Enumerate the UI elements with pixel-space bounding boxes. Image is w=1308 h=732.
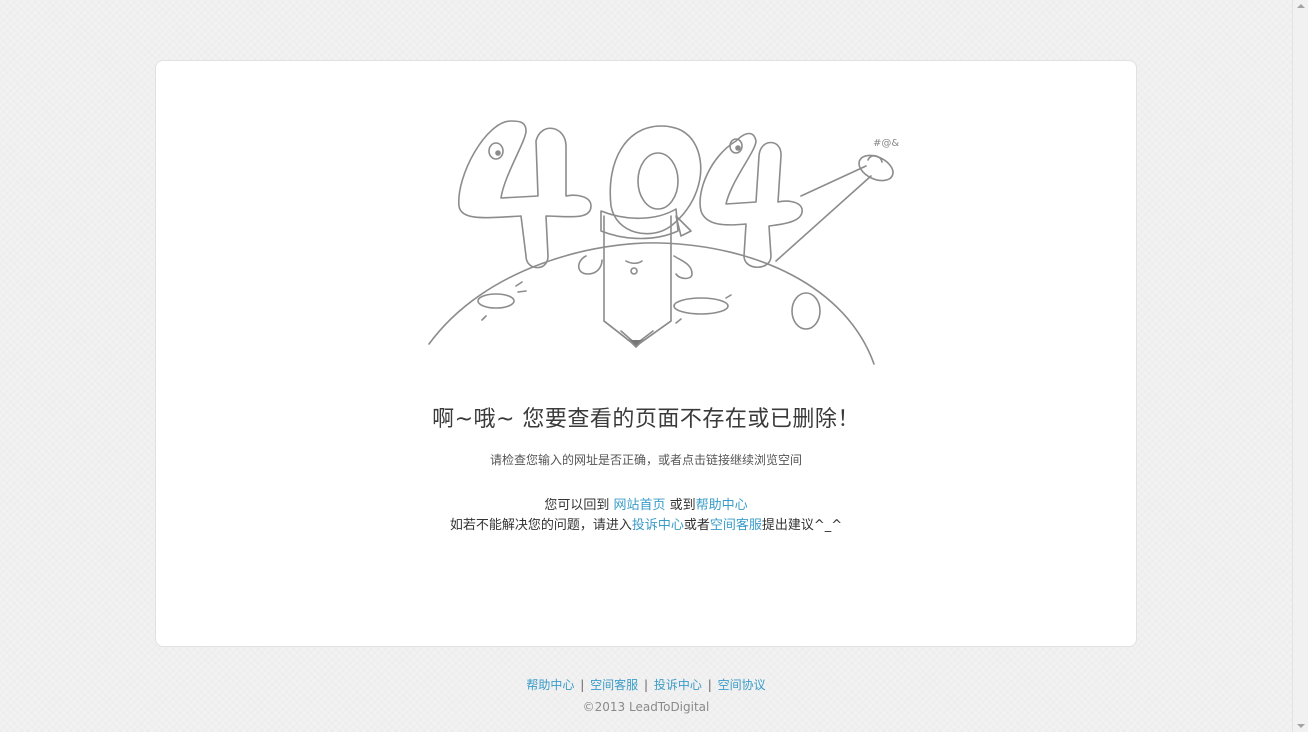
footer: 帮助中心 | 空间客服 | 投诉中心 | 空间协议 ©2013 LeadToDi… bbox=[0, 676, 1292, 714]
help-text: 您可以回到 网站首页 或到帮助中心 如若不能解决您的问题，请进入投诉中心或者空间… bbox=[156, 496, 1136, 536]
help-line-1: 您可以回到 网站首页 或到帮助中心 bbox=[156, 496, 1136, 516]
page-title: 啊~哦~ 您要查看的页面不存在或已删除！ bbox=[432, 407, 860, 432]
ufo-symbols: #@& bbox=[873, 138, 899, 149]
404-illustration-icon: #@& bbox=[428, 120, 899, 365]
help-line-2: 如若不能解决您的问题，请进入投诉中心或者空间客服提出建议^_^ bbox=[156, 516, 1136, 536]
vertical-scrollbar[interactable] bbox=[1292, 0, 1308, 732]
footer-link-agreement[interactable]: 空间协议 bbox=[718, 678, 766, 692]
footer-separator: | bbox=[580, 678, 585, 692]
customer-service-link[interactable]: 空间客服 bbox=[710, 518, 762, 533]
help-line-2-suffix: 提出建议^_^ bbox=[761, 518, 843, 533]
complaint-center-link[interactable]: 投诉中心 bbox=[632, 518, 684, 533]
scroll-down-arrow-icon[interactable] bbox=[1297, 724, 1305, 728]
footer-separator: | bbox=[707, 678, 712, 692]
help-line-2-mid: 或者 bbox=[683, 518, 710, 533]
help-line-1-prefix: 您可以回到 bbox=[544, 498, 614, 513]
digit-four-left bbox=[458, 120, 592, 269]
page-subtitle: 请检查您输入的网址是否正确，或者点击链接继续浏览空间 bbox=[489, 453, 802, 467]
error-card: #@& 啊~哦~ 您要查看的页面不存在或已删除！ 请检查您输入的网址是否正确，或… bbox=[155, 60, 1137, 647]
footer-link-complaint[interactable]: 投诉中心 bbox=[654, 678, 702, 692]
help-line-2-prefix: 如若不能解决您的问题，请进入 bbox=[449, 518, 632, 533]
footer-link-help[interactable]: 帮助中心 bbox=[526, 678, 574, 692]
digit-four-right bbox=[699, 132, 803, 269]
help-center-link[interactable]: 帮助中心 bbox=[696, 498, 748, 513]
planet-outline bbox=[428, 242, 875, 365]
page: #@& 啊~哦~ 您要查看的页面不存在或已删除！ 请检查您输入的网址是否正确，或… bbox=[0, 0, 1292, 732]
copyright: ©2013 LeadToDigital bbox=[582, 700, 710, 714]
help-line-1-mid: 或到 bbox=[665, 498, 696, 513]
footer-links: 帮助中心 | 空间客服 | 投诉中心 | 空间协议 bbox=[0, 676, 1292, 693]
footer-separator: | bbox=[643, 678, 649, 692]
footer-link-service[interactable]: 空间客服 bbox=[590, 678, 638, 692]
home-link[interactable]: 网站首页 bbox=[613, 498, 665, 513]
scroll-up-arrow-icon[interactable] bbox=[1297, 4, 1305, 8]
